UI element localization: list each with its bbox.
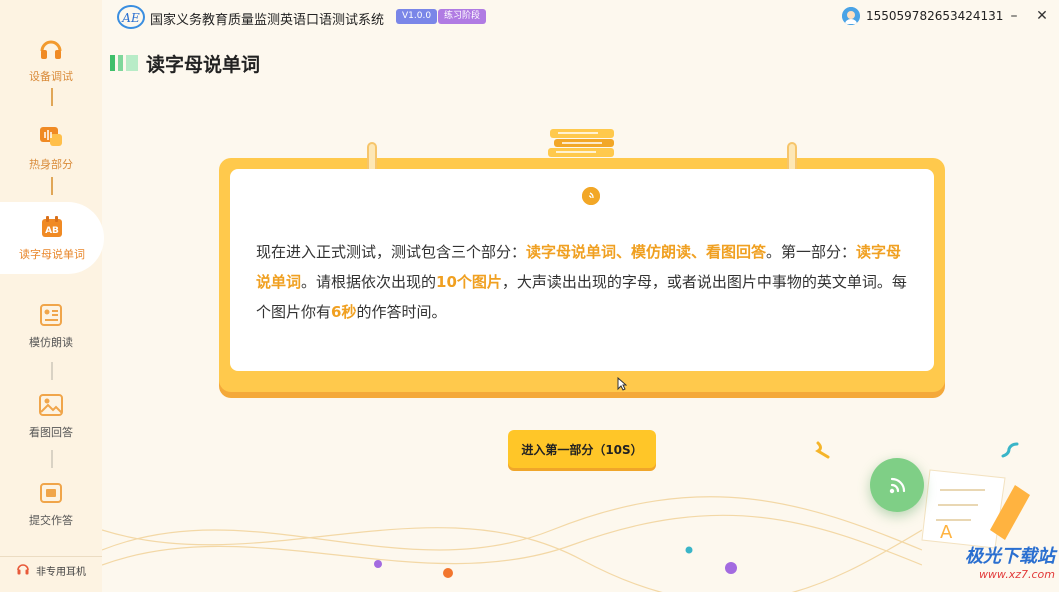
step-connector bbox=[51, 88, 53, 106]
books-decoration-icon bbox=[548, 128, 618, 158]
paper-decoration: A bbox=[921, 469, 1030, 549]
svg-text:AB: AB bbox=[45, 226, 59, 236]
picture-icon bbox=[38, 392, 64, 418]
step-connector bbox=[51, 450, 53, 468]
headset-status-label: 非专用耳机 bbox=[36, 567, 86, 578]
reading-icon bbox=[38, 302, 64, 328]
headset-small-icon bbox=[16, 562, 30, 579]
sidebar-item-imitate-reading[interactable]: 模仿朗读 bbox=[0, 290, 102, 362]
sidebar-item-label: 模仿朗读 bbox=[29, 336, 73, 349]
sidebar-item-label: 读字母说单词 bbox=[19, 248, 85, 261]
highlight-parts: 读字母说单词、模仿朗读、看图回答 bbox=[526, 243, 767, 261]
watermark-url: www.xz7.com bbox=[978, 568, 1055, 581]
svg-text:A: A bbox=[940, 522, 953, 543]
sidebar-item-label: 看图回答 bbox=[29, 426, 73, 439]
sidebar-item-device-test[interactable]: 设备调试 bbox=[0, 24, 102, 96]
phase-badge: 练习阶段 bbox=[438, 9, 487, 24]
app-title: 国家义务教育质量监测英语口语测试系统 bbox=[150, 13, 385, 28]
sidebar-item-warmup[interactable]: 热身部分 bbox=[0, 112, 102, 184]
enter-part-one-button[interactable]: 进入第一部分（10S） bbox=[508, 430, 656, 468]
step-connector bbox=[51, 362, 53, 380]
minimize-button[interactable]: – bbox=[1004, 6, 1024, 26]
chat-icon bbox=[38, 124, 64, 150]
svg-text:AE: AE bbox=[121, 11, 140, 25]
squiggle-decoration bbox=[1001, 442, 1019, 458]
sidebar-item-label: 提交作答 bbox=[29, 514, 73, 527]
titlebar: AE 国家义务教育质量监测英语口语测试系统 V1.0.0 练习阶段 155059… bbox=[102, 0, 1059, 34]
close-button[interactable]: ✕ bbox=[1032, 6, 1052, 26]
sidebar-item-label: 热身部分 bbox=[29, 158, 73, 171]
version-badge: V1.0.0 bbox=[396, 9, 438, 24]
step-connector bbox=[51, 177, 53, 195]
sidebar-item-read-letters[interactable]: AB 读字母说单词 bbox=[0, 202, 104, 274]
section-heading: 读字母说单词 bbox=[110, 50, 260, 76]
headset-icon bbox=[38, 36, 64, 62]
ab-calendar-icon: AB bbox=[39, 214, 65, 240]
watermark: 极光下载站 www.xz7.com bbox=[905, 542, 1055, 588]
app-logo-icon: AE bbox=[116, 4, 146, 30]
sidebar-item-picture-answer[interactable]: 看图回答 bbox=[0, 380, 102, 452]
microphone-button[interactable] bbox=[870, 458, 924, 512]
instruction-card-body: 现在进入正式测试，测试包含三个部分：读字母说单词、模仿朗读、看图回答。第一部分：… bbox=[230, 169, 934, 371]
section-title: 读字母说单词 bbox=[146, 53, 261, 76]
highlight-seconds: 6秒 bbox=[331, 303, 357, 321]
sound-icon[interactable] bbox=[582, 187, 600, 205]
user-id: 1550597826534241​31 bbox=[866, 9, 1004, 23]
background-waves bbox=[102, 496, 922, 592]
instruction-text: 现在进入正式测试，测试包含三个部分：读字母说单词、模仿朗读、看图回答。第一部分：… bbox=[256, 243, 907, 321]
instruction-card: 现在进入正式测试，测试包含三个部分：读字母说单词、模仿朗读、看图回答。第一部分：… bbox=[219, 142, 945, 392]
mouse-cursor-icon bbox=[617, 376, 628, 395]
signal-icon bbox=[889, 477, 906, 494]
sidebar-item-submit[interactable]: 提交作答 bbox=[0, 468, 102, 540]
sidebar-item-label: 设备调试 bbox=[29, 70, 73, 83]
heading-bars-icon bbox=[110, 55, 138, 71]
watermark-name: 极光下载站 bbox=[965, 546, 1055, 567]
headset-status[interactable]: 非专用耳机 bbox=[0, 556, 102, 584]
squiggle-decoration bbox=[815, 441, 830, 459]
submit-icon bbox=[38, 480, 64, 506]
sidebar: 设备调试 热身部分 AB 读字母说单词 模仿朗读 看图回答 提交作答 非专用耳机 bbox=[0, 0, 104, 592]
highlight-count: 10个图片 bbox=[436, 273, 502, 291]
avatar[interactable] bbox=[842, 7, 860, 25]
